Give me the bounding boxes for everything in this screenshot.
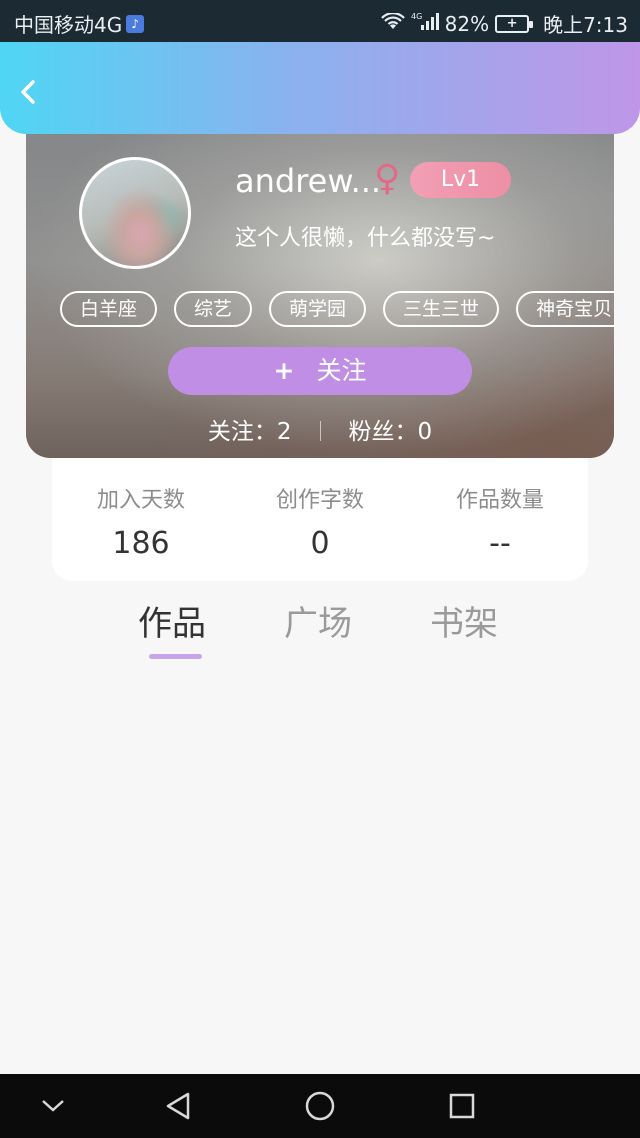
- level-badge: Lv1: [410, 162, 511, 198]
- stat-value: --: [489, 526, 511, 561]
- stat-label: 创作字数: [275, 488, 364, 513]
- nav-home-button[interactable]: [300, 1086, 340, 1126]
- tab-square[interactable]: 广场: [284, 596, 352, 645]
- avatar[interactable]: [79, 157, 191, 269]
- recents-square-icon: [449, 1093, 475, 1119]
- active-tab-indicator: [149, 654, 202, 659]
- nav-recents-button[interactable]: [442, 1086, 482, 1126]
- stat-value: 0: [310, 526, 330, 561]
- back-triangle-icon: [166, 1092, 190, 1120]
- stats-card: 加入天数 186 创作字数 0 作品数量 --: [52, 458, 588, 581]
- profile-card: andrew... ♀ Lv1 这个人很懒，什么都没写~ 白羊座 综艺 萌学园 …: [26, 128, 614, 458]
- tag-item[interactable]: 萌学园: [269, 291, 367, 327]
- tag-item[interactable]: 神奇宝贝: [516, 291, 614, 327]
- content-tabs: 作品 广场 书架: [0, 596, 640, 666]
- battery-percent: 82%: [444, 11, 490, 36]
- tag-item[interactable]: 综艺: [174, 291, 253, 327]
- stat-works-count: 作品数量 --: [410, 482, 590, 561]
- clock: 晚上7:13: [543, 13, 628, 37]
- nav-back-button[interactable]: [158, 1086, 198, 1126]
- follow-button-label: 关注: [316, 356, 367, 385]
- tag-item[interactable]: 三生三世: [383, 291, 500, 327]
- follow-counts: 关注：2 粉丝：0: [26, 412, 614, 446]
- back-button[interactable]: [16, 78, 46, 108]
- stat-word-count: 创作字数 0: [230, 482, 410, 561]
- app-header: [0, 42, 640, 134]
- stat-join-days: 加入天数 186: [51, 482, 231, 561]
- bio-text: 这个人很懒，什么都没写~: [235, 226, 496, 251]
- home-circle-icon: [305, 1091, 335, 1121]
- chevron-down-icon: [42, 1100, 64, 1112]
- plus-icon: +: [273, 356, 295, 385]
- music-app-icon: ♪: [126, 14, 145, 33]
- 4g-signal-icon: 4G: [411, 11, 439, 36]
- stat-value: 186: [112, 526, 170, 561]
- stat-label: 加入天数: [96, 488, 185, 513]
- carrier-label: 中国移动4G: [14, 13, 123, 37]
- tab-bookshelf[interactable]: 书架: [430, 596, 498, 645]
- follow-button[interactable]: + 关注: [168, 347, 472, 395]
- followers-count[interactable]: 粉丝：0: [349, 412, 433, 446]
- tab-works[interactable]: 作品: [138, 596, 206, 645]
- hide-nav-button[interactable]: [33, 1086, 73, 1126]
- username: andrew...: [235, 162, 382, 200]
- system-nav-bar: [0, 1074, 640, 1138]
- stat-label: 作品数量: [455, 488, 544, 513]
- wifi-icon: [380, 11, 405, 36]
- following-count[interactable]: 关注：2: [208, 412, 292, 446]
- status-bar-left: 中国移动4G ♪: [14, 9, 145, 38]
- status-bar-right: 4G 82% + 晚上7:13: [380, 9, 628, 38]
- svg-text:4G: 4G: [411, 12, 422, 21]
- status-bar: 中国移动4G ♪ 4G 82% + 晚上7:13: [0, 0, 640, 42]
- battery-charging-icon: +: [495, 14, 534, 33]
- counts-divider: [319, 421, 321, 441]
- interest-tags: 白羊座 综艺 萌学园 三生三世 神奇宝贝: [60, 291, 614, 327]
- chevron-left-icon: [21, 80, 35, 104]
- female-gender-icon: ♀: [374, 158, 401, 199]
- tag-item[interactable]: 白羊座: [60, 291, 158, 327]
